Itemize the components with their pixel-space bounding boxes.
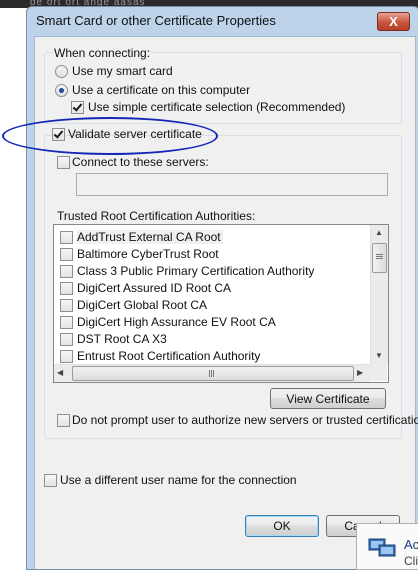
ca-checkbox[interactable] (60, 333, 73, 346)
different-user-checkbox[interactable] (44, 474, 57, 487)
horizontal-scrollbar[interactable]: ◀ ▶ (54, 364, 370, 382)
list-item[interactable]: Entrust Root Certification Authority (56, 347, 368, 364)
simple-selection-checkbox[interactable] (71, 101, 84, 114)
do-not-prompt-checkbox[interactable] (57, 414, 70, 427)
ca-label: DigiCert Assured ID Root CA (77, 281, 232, 295)
do-not-prompt-label[interactable]: Do not prompt user to authorize new serv… (72, 413, 418, 427)
ok-button[interactable]: OK (245, 515, 319, 537)
view-certificate-label: View Certificate (286, 392, 370, 406)
view-certificate-button[interactable]: View Certificate (270, 388, 386, 409)
ca-checkbox[interactable] (60, 299, 73, 312)
grip-icon (209, 370, 210, 377)
close-button[interactable]: X (377, 12, 410, 31)
popup-text-line1: Ac (404, 537, 418, 552)
trusted-root-list[interactable]: AddTrust External CA Root Baltimore Cybe… (53, 224, 389, 383)
ca-label: Class 3 Public Primary Certification Aut… (77, 264, 315, 278)
servers-input[interactable] (76, 173, 388, 196)
list-item[interactable]: Baltimore CyberTrust Root (56, 245, 368, 262)
use-certificate-radio[interactable] (55, 84, 68, 97)
list-item[interactable]: AddTrust External CA Root (56, 228, 368, 245)
ca-label: AddTrust External CA Root (77, 230, 223, 244)
vertical-scroll-thumb[interactable] (372, 243, 387, 273)
connect-servers-label[interactable]: Connect to these servers: (72, 155, 209, 169)
scroll-left-icon[interactable]: ◀ (57, 368, 63, 378)
ca-checkbox[interactable] (60, 231, 73, 244)
ca-label: Baltimore CyberTrust Root (77, 247, 219, 261)
ca-checkbox[interactable] (60, 316, 73, 329)
when-connecting-label: When connecting: (53, 46, 152, 60)
vertical-scrollbar[interactable]: ▲ ▼ (370, 225, 388, 364)
close-icon: X (389, 14, 398, 29)
list-item[interactable]: DigiCert Assured ID Root CA (56, 279, 368, 296)
ca-checkbox[interactable] (60, 248, 73, 261)
ca-checkbox[interactable] (60, 350, 73, 363)
simple-selection-label[interactable]: Use simple certificate selection (Recomm… (88, 100, 345, 114)
scroll-down-icon[interactable]: ▼ (375, 351, 383, 361)
list-item[interactable]: DigiCert Global Root CA (56, 296, 368, 313)
use-certificate-label[interactable]: Use a certificate on this computer (72, 83, 250, 97)
horizontal-scroll-thumb[interactable] (72, 366, 354, 381)
dialog-title: Smart Card or other Certificate Properti… (36, 13, 276, 28)
connect-servers-checkbox[interactable] (57, 156, 70, 169)
grip-icon (376, 254, 383, 255)
scroll-up-icon[interactable]: ▲ (375, 228, 383, 238)
popup-text-line2: Cli (404, 554, 418, 568)
use-smart-card-radio[interactable] (55, 65, 68, 78)
list-item[interactable]: DigiCert High Assurance EV Root CA (56, 313, 368, 330)
ca-label: DST Root CA X3 (77, 332, 167, 346)
ca-label: DigiCert High Assurance EV Root CA (77, 315, 276, 329)
ca-label: Entrust Root Certification Authority (77, 349, 261, 363)
ca-checkbox[interactable] (60, 265, 73, 278)
different-user-label[interactable]: Use a different user name for the connec… (60, 473, 297, 487)
annotation-ellipse (2, 117, 218, 155)
trusted-root-label: Trusted Root Certification Authorities: (57, 209, 256, 223)
ca-checkbox[interactable] (60, 282, 73, 295)
scroll-right-icon[interactable]: ▶ (357, 368, 363, 378)
network-icon (368, 538, 396, 557)
use-smart-card-label[interactable]: Use my smart card (72, 64, 173, 78)
ok-label: OK (273, 519, 291, 533)
scroll-corner (370, 364, 387, 381)
list-item[interactable]: Class 3 Public Primary Certification Aut… (56, 262, 368, 279)
notification-popup[interactable]: Ac Cli (356, 523, 418, 570)
list-item[interactable]: DST Root CA X3 (56, 330, 368, 347)
ca-label: DigiCert Global Root CA (77, 298, 208, 312)
